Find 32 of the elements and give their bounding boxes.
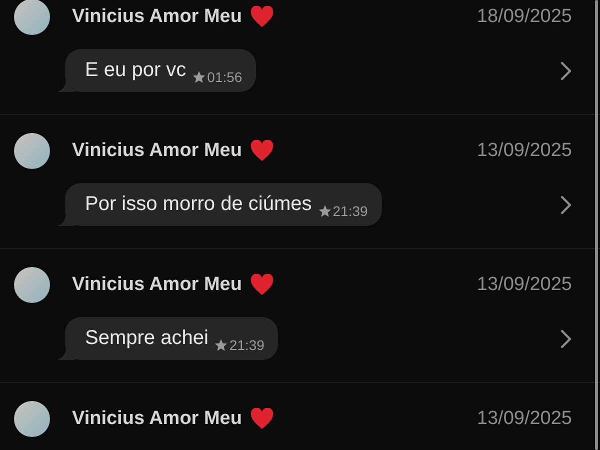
message-bubble[interactable]: Sempre achei 21:39 (65, 317, 278, 360)
chevron-right-icon[interactable] (560, 328, 572, 348)
sender-name: Vinicius Amor Meu (72, 6, 242, 28)
sender-name: Vinicius Amor Meu (72, 274, 242, 296)
message-text: Sempre achei (85, 327, 208, 350)
star-icon (318, 204, 332, 218)
message-date: 13/09/2025 (476, 140, 572, 162)
message-time: 21:39 (214, 337, 264, 353)
chevron-right-icon[interactable] (560, 194, 572, 214)
message-text: Por isso morro de ciúmes (85, 193, 312, 216)
message-text: E eu por vc (85, 59, 186, 82)
heart-icon (250, 140, 274, 162)
message-date: 13/09/2025 (476, 274, 572, 296)
heart-icon (250, 6, 274, 28)
chevron-right-icon[interactable] (560, 60, 572, 80)
sender-name: Vinicius Amor Meu (72, 140, 242, 162)
star-icon (192, 70, 206, 84)
message-bubble[interactable]: Por isso morro de ciúmes 21:39 (65, 183, 382, 226)
avatar (14, 133, 50, 169)
avatar (14, 0, 50, 35)
scrollbar[interactable] (595, 0, 598, 450)
avatar (14, 401, 50, 437)
message-date: 13/09/2025 (476, 408, 572, 430)
star-icon (214, 338, 228, 352)
sender-name: Vinicius Amor Meu (72, 408, 242, 430)
message-time: 01:56 (192, 69, 242, 85)
message-time: 21:39 (318, 203, 368, 219)
avatar (14, 267, 50, 303)
heart-icon (250, 408, 274, 430)
heart-icon (250, 274, 274, 296)
message-date: 18/09/2025 (476, 6, 572, 28)
message-bubble[interactable]: E eu por vc 01:56 (65, 49, 256, 92)
